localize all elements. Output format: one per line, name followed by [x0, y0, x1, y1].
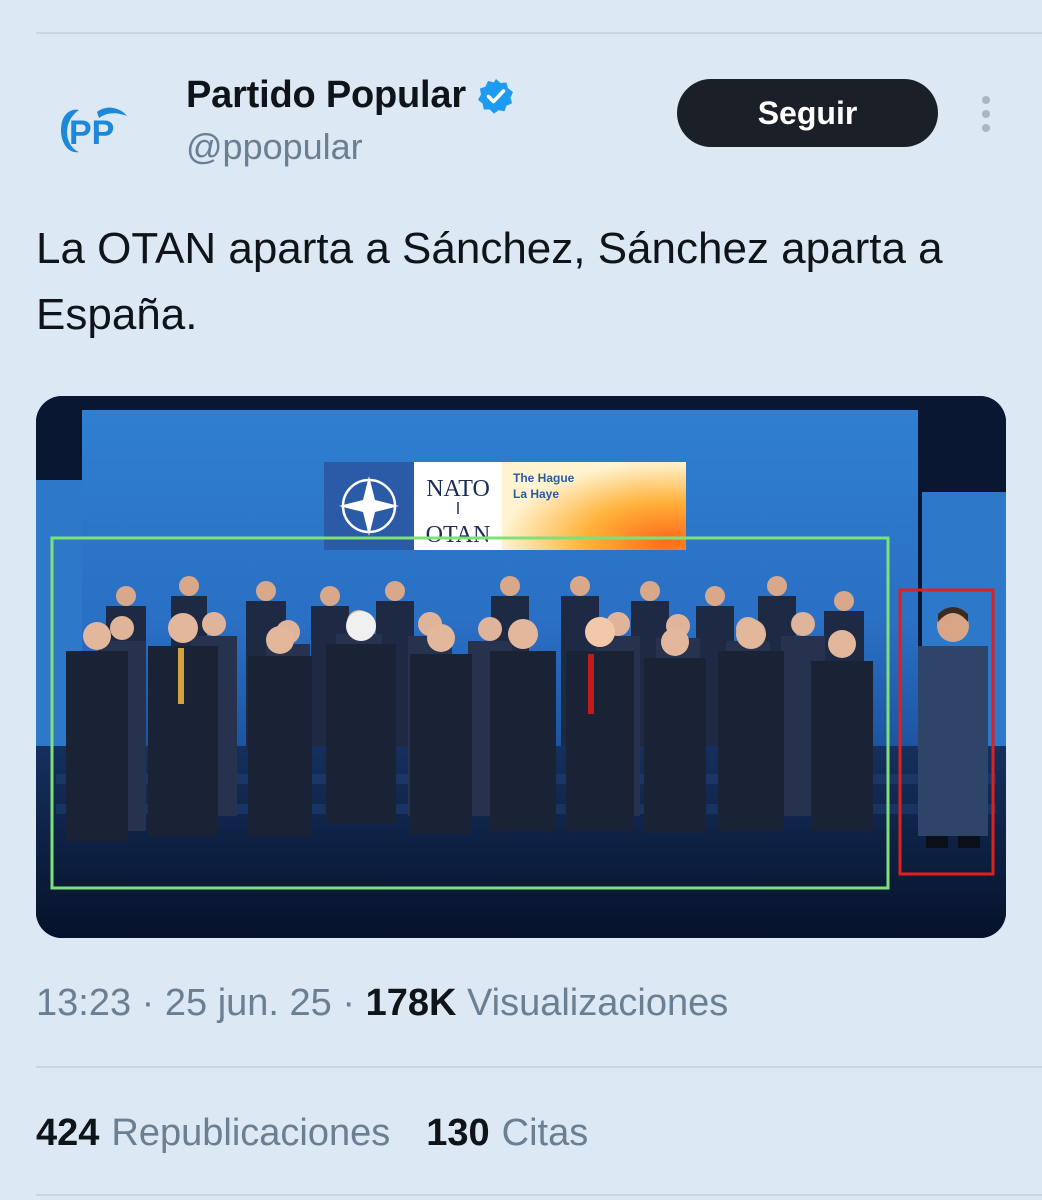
tweet-time[interactable]: 13:23 [36, 982, 131, 1024]
quotes-label: Citas [501, 1112, 589, 1154]
divider [36, 1066, 1042, 1068]
nato-summit-photo: NATO OTAN The Hague La Haye [36, 396, 1006, 938]
meta-separator: · [331, 982, 366, 1024]
avatar-logo-text: PP [69, 114, 114, 152]
author-display-name[interactable]: Partido Popular [186, 74, 466, 117]
avatar[interactable]: PP [40, 78, 144, 182]
reposts-stat[interactable]: 424 Republicaciones [36, 1112, 390, 1155]
meta-separator: · [131, 982, 165, 1024]
engagement-stats: 424 Republicaciones 130 Citas [36, 1112, 588, 1155]
banner-otan: OTAN [426, 522, 491, 548]
reposts-count: 424 [36, 1112, 100, 1154]
views-label: Visualizaciones [466, 982, 729, 1024]
more-options-icon[interactable] [974, 92, 998, 136]
quotes-stat[interactable]: 130 Citas [426, 1112, 588, 1155]
tweet-text: La OTAN aparta a Sánchez, Sánchez aparta… [36, 224, 943, 339]
views-count: 178K [365, 982, 457, 1024]
author-handle[interactable]: @ppopular [186, 126, 363, 168]
quotes-count: 130 [426, 1112, 490, 1154]
banner-city-en: The Hague [513, 471, 575, 485]
reposts-label: Republicaciones [111, 1112, 391, 1154]
tweet-date[interactable]: 25 jun. 25 [165, 982, 332, 1024]
banner-nato: NATO [426, 476, 490, 502]
banner-city-fr: La Haye [513, 487, 559, 501]
tweet-photo[interactable]: NATO OTAN The Hague La Haye [36, 396, 1006, 938]
top-divider [36, 32, 1042, 34]
verified-badge-icon [477, 78, 513, 114]
tweet-meta: 13:23 · 25 jun. 25 · 178K Visualizacione… [36, 982, 728, 1025]
follow-button[interactable]: Seguir [677, 79, 938, 147]
author-name-row: Partido Popular [186, 74, 514, 117]
divider-bottom [36, 1194, 1042, 1196]
pp-logo-icon: PP [61, 107, 127, 153]
